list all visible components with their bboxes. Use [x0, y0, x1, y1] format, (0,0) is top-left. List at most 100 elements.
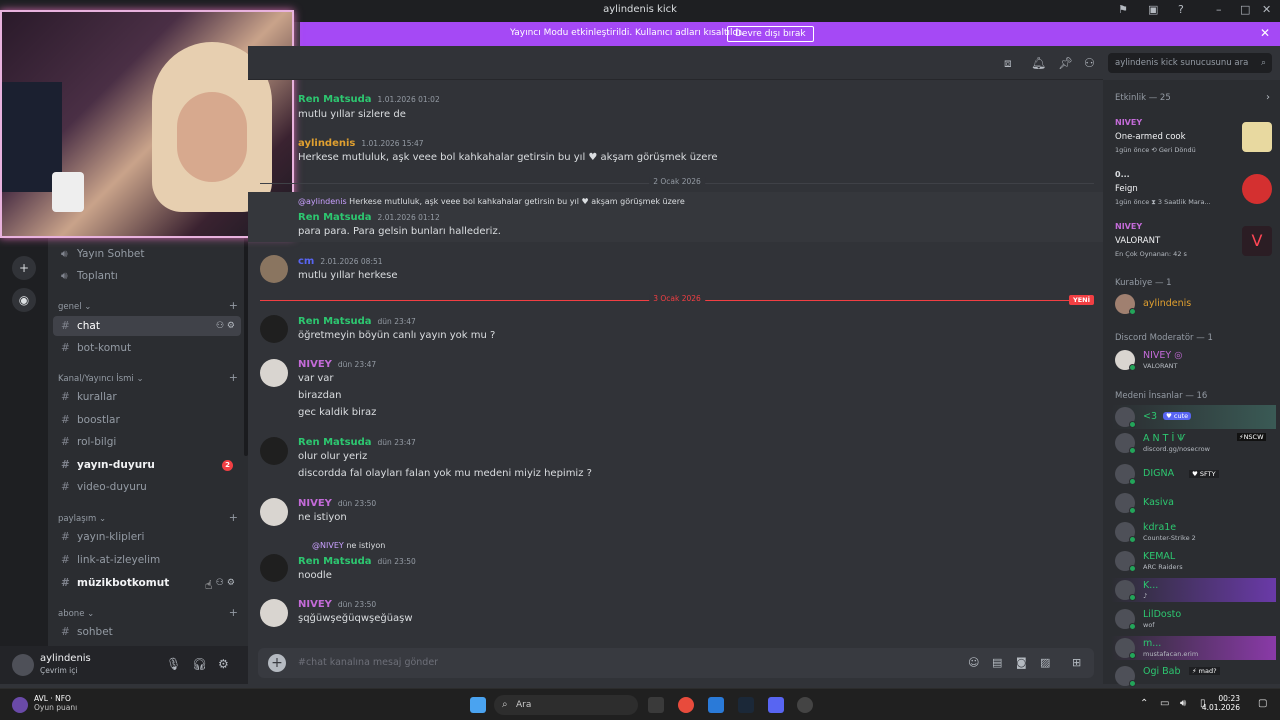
network-icon[interactable]: ▭ — [1160, 698, 1169, 709]
message-author[interactable]: Ren Matsuda dün 23:50 — [298, 556, 416, 567]
category-paylasim[interactable]: paylaşım ⌄ — [58, 514, 106, 524]
author-name[interactable]: NIVEY — [298, 359, 332, 370]
notifications-icon[interactable]: ▢ — [1258, 698, 1267, 709]
add-channel-icon[interactable]: + — [229, 606, 238, 619]
add-channel-icon[interactable]: + — [229, 299, 238, 312]
category-kanal-yayinci[interactable]: Kanal/Yayıncı İsmi ⌄ — [58, 374, 144, 384]
message-author[interactable]: aylindenis 1.01.2026 15:47 — [298, 138, 424, 149]
message-author[interactable]: NIVEY dün 23:50 — [298, 599, 376, 610]
chevron-up-icon[interactable]: ⌃ — [1140, 698, 1148, 709]
screen-icon[interactable]: ▣ — [1148, 3, 1158, 16]
message-author[interactable]: Ren Matsuda dün 23:47 — [298, 316, 416, 327]
add-channel-icon[interactable]: + — [229, 511, 238, 524]
minimize-icon[interactable]: – — [1216, 3, 1222, 16]
reply-preview[interactable]: @aylindenis Herkese mutluluk, aşk veee b… — [298, 197, 685, 206]
message-author[interactable]: cm 2.01.2026 08:51 — [298, 256, 383, 267]
message-author[interactable]: Ren Matsuda 2.01.2026 01:12 — [298, 212, 440, 223]
microphone-icon[interactable]: 🎙︎ — [166, 657, 181, 671]
reply-mention[interactable]: @aylindenis — [298, 197, 347, 206]
channel-rol-bilgi[interactable]: # rol-bilgi — [53, 432, 241, 452]
sticker-icon[interactable]: ◙ — [1016, 656, 1027, 669]
member-item[interactable]: Ogi Bab ⚡ mad? — [1111, 664, 1276, 688]
weather-widget[interactable]: AVL · NFO Oyun puanı — [34, 694, 77, 712]
bell-icon[interactable]: 🔔︎ — [1031, 56, 1046, 70]
channel-sohbet[interactable]: # sohbet — [53, 622, 241, 642]
activity-card[interactable]: 0... Feign 1gün önce ⧗ 3 Saatlik Mara... — [1111, 168, 1274, 214]
member-item[interactable]: m... mustafacan.erim — [1111, 636, 1276, 660]
member-item[interactable]: A N T İ Ѱdiscord.gg/nosecrow ⚡NSCW — [1111, 431, 1276, 455]
activity-card[interactable]: NIVEY One-armed cook 1gün önce ⟲ Geri Dö… — [1111, 116, 1274, 162]
channel-yayin-duyuru[interactable]: # yayın-duyuru 2 — [53, 455, 241, 475]
discover-icon[interactable]: ◉ — [12, 288, 36, 312]
close-window-icon[interactable]: ✕ — [1262, 3, 1271, 16]
voice-channel-toplanti[interactable]: 🔊︎ Toplantı — [53, 266, 241, 286]
member-item[interactable]: aylindenis — [1111, 292, 1276, 316]
channel-muzikbotkomut[interactable]: # müzikbotkomut ⚇ ⚙ — [53, 573, 241, 593]
member-item[interactable]: <3 ♥ cute — [1111, 405, 1276, 429]
member-item[interactable]: kdra1e Counter-Strike 2 — [1111, 520, 1276, 544]
add-channel-icon[interactable]: + — [229, 371, 238, 384]
member-item[interactable]: LilDosto wof — [1111, 607, 1276, 631]
invite-settings-icon[interactable]: ⚇ ⚙ — [216, 316, 235, 336]
emoji-icon[interactable]: ☺ — [968, 656, 979, 669]
voice-channel-yayin-sohbet[interactable]: 🔊︎ Yayın Sohbet — [53, 244, 241, 264]
reply-mention[interactable]: @NIVEY — [312, 541, 344, 550]
author-name[interactable]: cm — [298, 256, 314, 267]
apps-icon[interactable]: ⊞ — [1072, 656, 1081, 669]
author-name[interactable]: Ren Matsuda — [298, 437, 372, 448]
discord-icon[interactable] — [768, 697, 784, 713]
member-item[interactable]: KEMAL ARC Raiders — [1111, 549, 1276, 573]
channel-bot-komut[interactable]: # bot-komut — [53, 338, 241, 358]
category-genel[interactable]: genel ⌄ — [58, 302, 91, 312]
message-author[interactable]: Ren Matsuda 1.01.2026 01:02 — [298, 94, 440, 105]
author-name[interactable]: NIVEY — [298, 599, 332, 610]
inbox-icon[interactable]: ⚑ — [1118, 3, 1128, 16]
member-item[interactable]: Kasiva — [1111, 491, 1276, 515]
member-item[interactable]: NIVEY ◎ VALORANT — [1111, 348, 1276, 372]
close-icon[interactable]: ✕ — [1260, 26, 1270, 40]
task-view-icon[interactable] — [648, 697, 664, 713]
add-server-icon[interactable]: + — [12, 256, 36, 280]
avatar[interactable] — [260, 554, 288, 582]
members-icon[interactable]: ⚇ — [1084, 56, 1095, 70]
disable-streamer-mode-button[interactable]: Devre dışı bırak — [727, 26, 814, 42]
obs-icon[interactable] — [797, 697, 813, 713]
channel-boostlar[interactable]: # boostlar — [53, 410, 241, 430]
avatar[interactable] — [12, 654, 34, 676]
author-name[interactable]: aylindenis — [298, 138, 355, 149]
avatar[interactable] — [260, 599, 288, 627]
message-author[interactable]: Ren Matsuda dün 23:47 — [298, 437, 416, 448]
upload-plus-icon[interactable]: + — [268, 654, 286, 672]
weather-icon[interactable] — [12, 697, 28, 713]
member-item[interactable]: DIGNA ♥ SFTY — [1111, 462, 1276, 486]
chevron-right-icon[interactable]: › — [1266, 92, 1270, 103]
message-author[interactable]: NIVEY dün 23:47 — [298, 359, 376, 370]
avatar[interactable] — [260, 315, 288, 343]
pin-icon[interactable]: 📌︎ — [1058, 56, 1073, 70]
author-name[interactable]: Ren Matsuda — [298, 556, 372, 567]
member-item[interactable]: K... ♪ — [1111, 578, 1276, 602]
author-name[interactable]: Ren Matsuda — [298, 212, 372, 223]
invite-settings-icon[interactable]: ⚇ ⚙ — [216, 573, 235, 593]
avatar[interactable] — [260, 437, 288, 465]
image-icon[interactable]: ▨ — [1040, 656, 1050, 669]
author-name[interactable]: NIVEY — [298, 498, 332, 509]
settings-gear-icon[interactable]: ⚙ — [218, 657, 229, 671]
store-icon[interactable] — [708, 697, 724, 713]
threads-icon[interactable]: ⧈ — [1004, 56, 1012, 71]
clock[interactable]: 00:23 4.01.2026 — [1202, 694, 1240, 712]
message-author[interactable]: NIVEY dün 23:50 — [298, 498, 376, 509]
avatar[interactable] — [260, 498, 288, 526]
author-name[interactable]: Ren Matsuda — [298, 94, 372, 105]
help-icon[interactable]: ? — [1178, 3, 1184, 16]
windows-start-icon[interactable] — [470, 697, 486, 713]
reply-preview[interactable]: @NIVEY ne istiyon — [312, 541, 385, 550]
avatar[interactable] — [260, 359, 288, 387]
channel-chat[interactable]: # chat ⚇ ⚙ — [53, 316, 241, 336]
taskbar-search[interactable]: ⌕ Ara — [494, 695, 638, 715]
maximize-icon[interactable]: □ — [1240, 3, 1250, 16]
author-name[interactable]: Ren Matsuda — [298, 316, 372, 327]
search-input[interactable]: aylindenis kick sunucusunu ara ⌕ — [1108, 53, 1272, 73]
channel-yayin-klipleri[interactable]: # yayın-klipleri — [53, 527, 241, 547]
headphones-icon[interactable]: 🎧︎ — [192, 657, 207, 671]
